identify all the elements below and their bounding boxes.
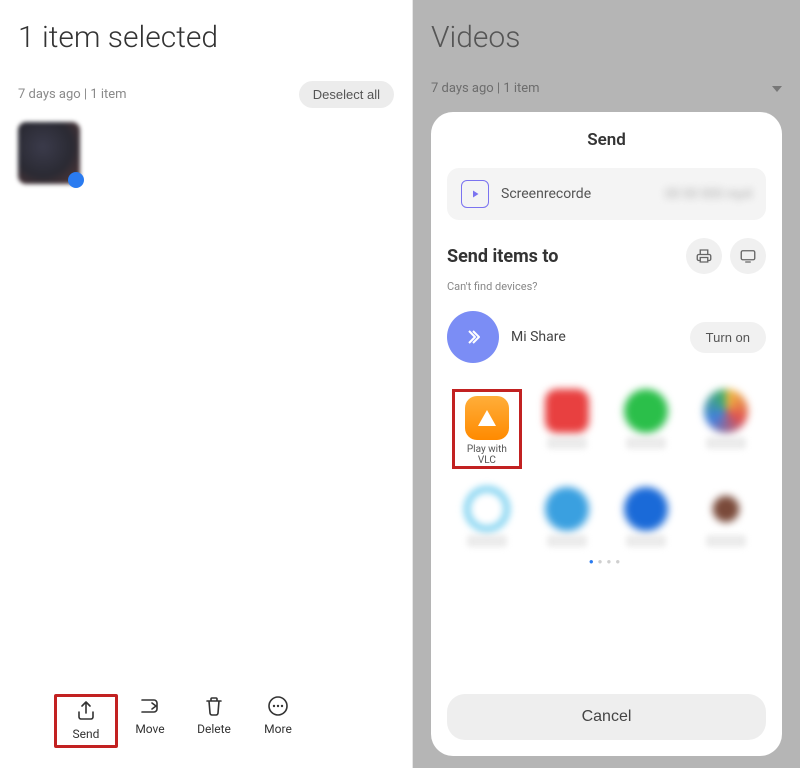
app-target-obscured[interactable]	[532, 487, 602, 547]
move-button[interactable]: Move	[118, 694, 182, 748]
delete-button[interactable]: Delete	[182, 694, 246, 748]
gallery-selection-screen: 1 item selected 7 days ago | 1 item Dese…	[0, 0, 413, 768]
group-meta: 7 days ago | 1 item	[431, 81, 540, 96]
page-title: Videos	[431, 20, 782, 55]
send-label: Send	[73, 727, 100, 741]
app-label-obscured	[706, 535, 746, 547]
trash-icon	[202, 694, 226, 718]
page-title: 1 item selected	[18, 20, 394, 55]
app-target-obscured[interactable]	[611, 389, 681, 469]
send-to-header: Send items to	[447, 238, 766, 274]
mishare-icon	[447, 311, 499, 363]
app-target-obscured[interactable]	[691, 389, 761, 469]
more-button[interactable]: More	[246, 694, 310, 748]
app-target-obscured[interactable]	[611, 487, 681, 547]
print-button[interactable]	[686, 238, 722, 274]
app-target-obscured[interactable]	[532, 389, 602, 469]
cancel-button[interactable]: Cancel	[447, 694, 766, 740]
sheet-title: Send	[447, 130, 766, 150]
selected-file-row[interactable]: Screenrecorde 00 00 000 mp4	[447, 168, 766, 220]
more-icon	[266, 694, 290, 718]
vlc-icon	[465, 396, 509, 440]
send-to-subtitle[interactable]: Can't find devices?	[447, 280, 766, 293]
video-file-icon	[461, 180, 489, 208]
videos-screen: Videos 7 days ago | 1 item Send Screenre…	[413, 0, 800, 768]
app-label-obscured	[706, 437, 746, 449]
page-indicator: ●●●●	[447, 557, 766, 566]
selection-meta: 7 days ago | 1 item	[18, 87, 127, 102]
selected-badge	[68, 172, 84, 188]
delete-label: Delete	[197, 722, 231, 736]
more-label: More	[264, 722, 292, 736]
mishare-row: Mi Share Turn on	[447, 311, 766, 363]
app-label-obscured	[547, 437, 587, 449]
app-label-obscured	[467, 535, 507, 547]
app-target-obscured[interactable]	[691, 487, 761, 547]
send-button[interactable]: Send	[54, 694, 118, 748]
video-group-header[interactable]: 7 days ago | 1 item	[431, 81, 782, 96]
file-name: Screenrecorde	[501, 186, 591, 202]
move-label: Move	[135, 722, 164, 736]
move-icon	[138, 694, 162, 718]
mishare-label: Mi Share	[511, 329, 678, 345]
mishare-turn-on-button[interactable]: Turn on	[690, 322, 766, 353]
share-app-grid: Play with VLC	[447, 389, 766, 547]
screen-icon	[739, 247, 757, 265]
app-label-obscured	[547, 535, 587, 547]
selection-meta-row: 7 days ago | 1 item Deselect all	[18, 81, 394, 108]
send-to-title: Send items to	[447, 246, 558, 267]
app-target-obscured[interactable]	[452, 487, 522, 547]
app-label-obscured	[626, 437, 666, 449]
file-meta-obscured: 00 00 000 mp4	[665, 187, 752, 202]
vlc-label: Play with VLC	[459, 444, 515, 466]
share-icon	[74, 699, 98, 723]
chevron-down-icon	[772, 86, 782, 92]
app-label-obscured	[626, 535, 666, 547]
app-vlc[interactable]: Play with VLC	[452, 389, 522, 469]
cast-button[interactable]	[730, 238, 766, 274]
print-icon	[695, 247, 713, 265]
bottom-action-bar: Send Move Delete More	[18, 684, 394, 768]
deselect-all-button[interactable]: Deselect all	[299, 81, 394, 108]
share-sheet: Send Screenrecorde 00 00 000 mp4 Send it…	[431, 112, 782, 756]
video-thumbnail[interactable]	[18, 122, 80, 184]
